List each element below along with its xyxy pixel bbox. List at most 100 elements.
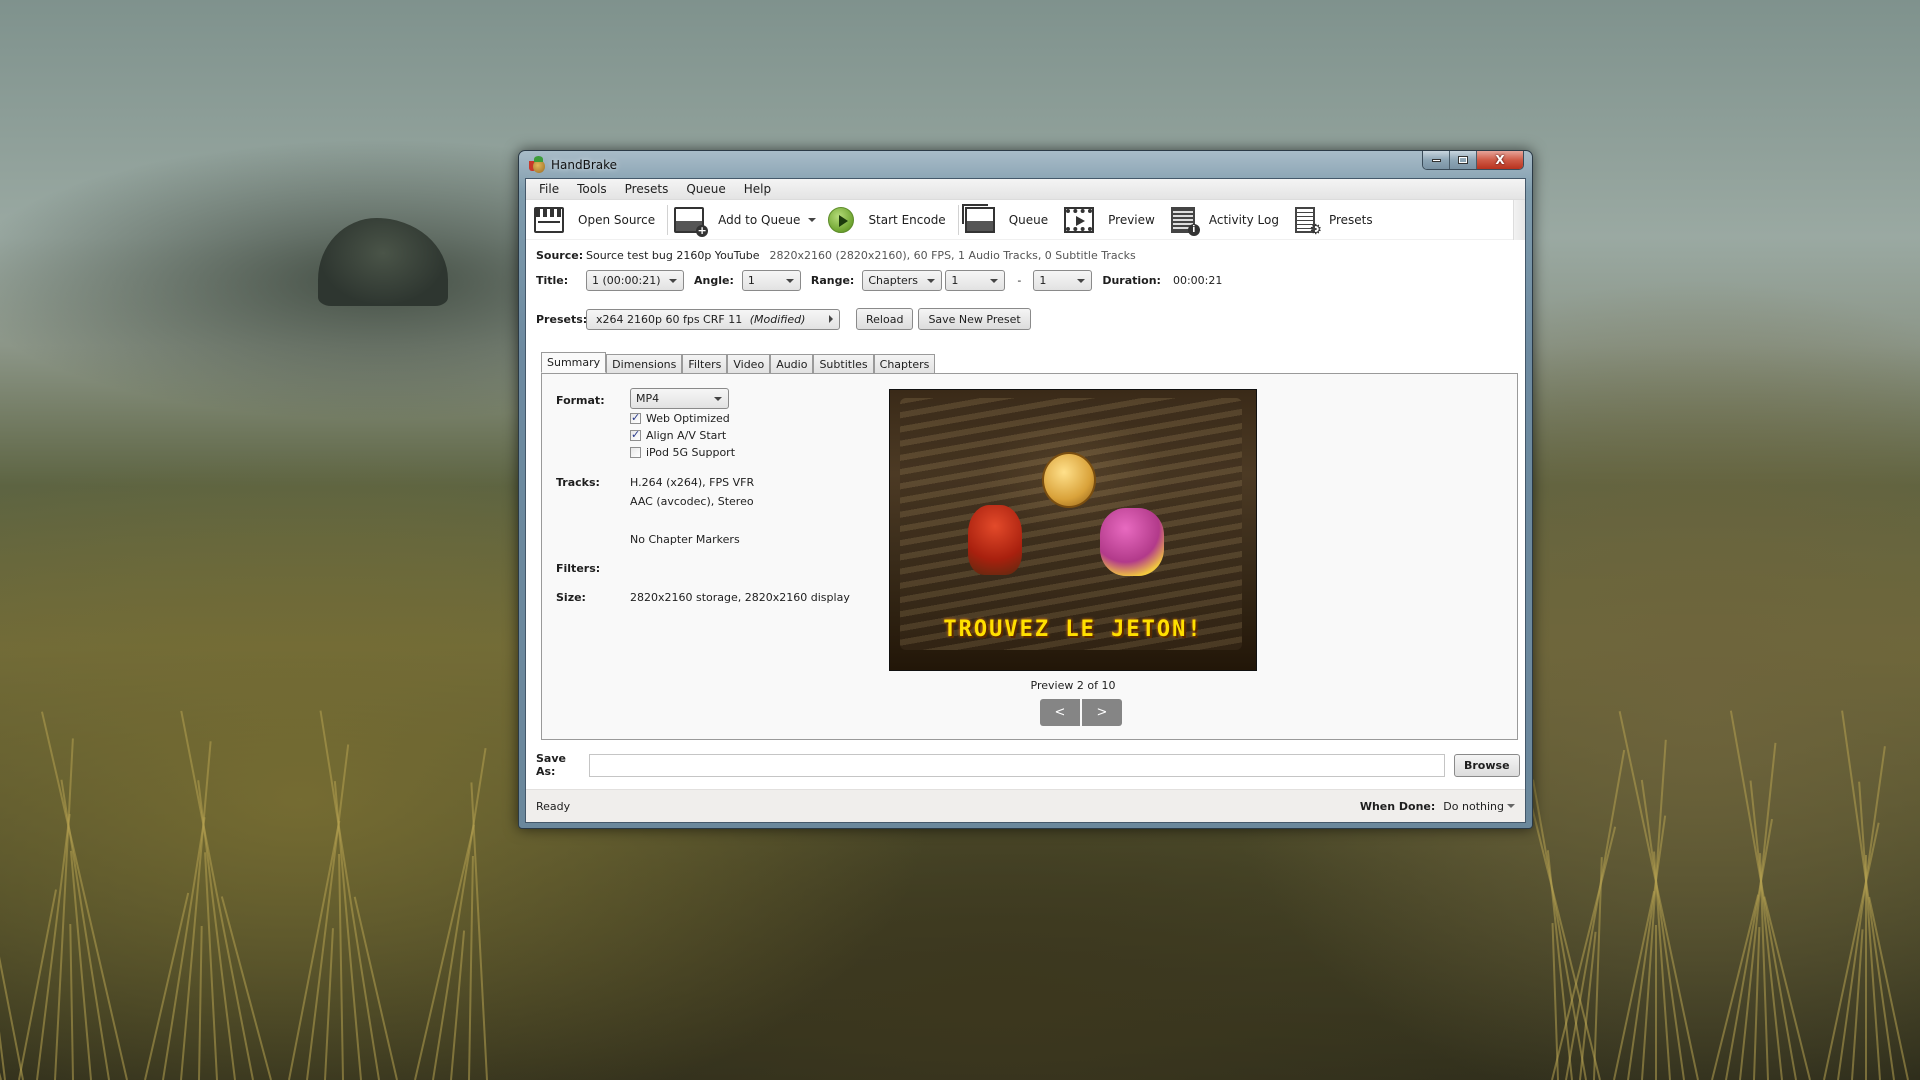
next-preview-button[interactable]: > — [1082, 699, 1122, 726]
menu-tools[interactable]: Tools — [568, 182, 616, 196]
save-as-row: Save As: Browse — [536, 752, 1520, 778]
preview-label: Preview — [1108, 212, 1155, 227]
preview-button[interactable]: Preview — [1064, 200, 1171, 240]
preview-image: TROUVEZ LE JETON! — [889, 389, 1257, 671]
range-separator: - — [1017, 274, 1022, 287]
maximize-button[interactable] — [1450, 151, 1477, 169]
range-start-value: 1 — [951, 274, 959, 287]
format-options: Web Optimized Align A/V Start iPod 5G Su… — [630, 410, 735, 461]
wallpaper-grass-blade — [414, 824, 475, 1080]
wallpaper-grass-blade — [1837, 746, 1886, 1080]
source-label: Source: — [536, 249, 584, 262]
document-gear-icon — [1294, 206, 1322, 238]
preview-character-diddy — [968, 505, 1022, 575]
source-name: Source test bug 2160p YouTube — [586, 249, 760, 262]
chevron-down-icon — [1507, 804, 1515, 808]
save-as-input[interactable] — [589, 753, 1445, 777]
wallpaper-grass-blade — [1851, 929, 1864, 1080]
tab-summary[interactable]: Summary — [541, 352, 607, 373]
status-bar: Ready When Done: Do nothing — [526, 789, 1525, 822]
add-image-icon — [674, 206, 709, 237]
source-row: Source: Source test bug 2160p YouTube 28… — [536, 249, 1136, 262]
menu-help[interactable]: Help — [735, 182, 780, 196]
open-source-button[interactable]: Open Source — [534, 200, 671, 240]
source-details: 2820x2160 (2820x2160), 60 FPS, 1 Audio T… — [769, 249, 1136, 262]
range-mode-dropdown[interactable]: Chapters — [862, 270, 943, 291]
chevron-down-icon — [785, 278, 794, 283]
wallpaper-grass-blade — [0, 897, 24, 1080]
clapperboard-icon — [534, 206, 564, 233]
when-done-value: Do nothing — [1443, 799, 1504, 813]
range-end-dropdown[interactable]: 1 — [1033, 270, 1093, 291]
align-av-start-label: Align A/V Start — [646, 429, 727, 442]
log-info-icon — [1170, 206, 1200, 236]
queue-images-icon — [961, 203, 995, 233]
activity-log-label: Activity Log — [1208, 212, 1279, 227]
tab-subtitles[interactable]: Subtitles — [813, 354, 874, 373]
web-optimized-checkbox[interactable]: Web Optimized — [630, 410, 735, 427]
preview-frame-text: TROUVEZ LE JETON! — [943, 617, 1203, 642]
wallpaper-grass-blade — [468, 856, 474, 1080]
tab-filters[interactable]: Filters — [682, 354, 728, 373]
range-end-value: 1 — [1039, 274, 1047, 287]
format-label: Format: — [556, 394, 605, 407]
presets-label: Presets: — [536, 312, 588, 326]
window-client-area: File Tools Presets Queue Help Open Sourc… — [525, 178, 1526, 823]
checkbox-checked-icon — [630, 428, 641, 441]
presets-row: Presets: x264 2160p 60 fps CRF 11 (Modif… — [536, 308, 1031, 330]
status-text: Ready — [536, 799, 571, 813]
activity-log-button[interactable]: Activity Log — [1170, 200, 1295, 240]
title-bar[interactable]: HandBrake X — [525, 151, 1526, 178]
chevron-down-icon[interactable] — [808, 217, 817, 222]
menu-bar: File Tools Presets Queue Help — [526, 179, 1525, 200]
filters-label: Filters: — [556, 562, 601, 575]
caption-buttons: X — [1422, 151, 1524, 170]
toolbar-overflow-scrollbar[interactable] — [1513, 200, 1525, 240]
toolbar-separator — [957, 204, 959, 235]
range-start-dropdown[interactable]: 1 — [945, 270, 1006, 291]
browse-button[interactable]: Browse — [1454, 753, 1520, 777]
ipod-5g-support-label: iPod 5G Support — [646, 446, 736, 459]
close-button[interactable]: X — [1477, 151, 1523, 169]
checkbox-unchecked-icon — [630, 447, 641, 458]
wallpaper-grass-blade — [0, 710, 6, 1080]
save-as-label: Save As: — [536, 752, 566, 778]
format-dropdown[interactable]: MP4 — [630, 388, 729, 409]
angle-dropdown-value: 1 — [747, 274, 755, 287]
when-done-dropdown[interactable]: Do nothing — [1443, 800, 1515, 813]
tab-chapters[interactable]: Chapters — [873, 354, 936, 373]
handbrake-app-icon — [529, 155, 545, 173]
tab-audio[interactable]: Audio — [770, 354, 814, 373]
tab-video[interactable]: Video — [727, 354, 771, 373]
presets-button[interactable]: Presets — [1294, 200, 1389, 240]
duration-value: 00:00:21 — [1172, 274, 1223, 287]
wallpaper-grass-blade — [69, 924, 74, 1080]
previous-preview-button[interactable]: < — [1040, 699, 1080, 726]
menu-presets[interactable]: Presets — [616, 182, 678, 196]
tab-dimensions[interactable]: Dimensions — [606, 354, 683, 373]
save-new-preset-button[interactable]: Save New Preset — [918, 308, 1031, 330]
minimize-button[interactable] — [1423, 151, 1450, 169]
ipod-5g-support-checkbox[interactable]: iPod 5G Support — [630, 444, 735, 461]
add-to-queue-button[interactable]: Add to Queue — [674, 200, 828, 240]
align-av-start-checkbox[interactable]: Align A/V Start — [630, 427, 735, 444]
preset-selector[interactable]: x264 2160p 60 fps CRF 11 (Modified) — [586, 308, 840, 330]
angle-dropdown[interactable]: 1 — [741, 270, 801, 291]
preview-coin — [1042, 452, 1096, 508]
title-dropdown[interactable]: 1 (00:00:21) — [586, 270, 684, 291]
open-source-label: Open Source — [578, 212, 656, 227]
film-play-icon — [1064, 206, 1095, 233]
menu-file[interactable]: File — [530, 182, 568, 196]
wallpaper-grass-blade — [198, 926, 203, 1080]
reload-button[interactable]: Reload — [856, 308, 914, 330]
start-encode-button[interactable]: Start Encode — [828, 200, 961, 240]
toolbar: Open Source Add to Queue Start Encode Qu… — [526, 200, 1525, 240]
handbrake-window: HandBrake X File Tools Presets Queue Hel… — [518, 150, 1533, 829]
format-value: MP4 — [636, 392, 660, 405]
queue-button[interactable]: Queue — [961, 200, 1064, 240]
menu-queue[interactable]: Queue — [677, 182, 734, 196]
chevron-right-icon — [829, 315, 833, 323]
chevron-down-icon — [927, 278, 936, 283]
wallpaper-grass-blade — [1711, 894, 1760, 1080]
start-encode-label: Start Encode — [868, 212, 946, 227]
